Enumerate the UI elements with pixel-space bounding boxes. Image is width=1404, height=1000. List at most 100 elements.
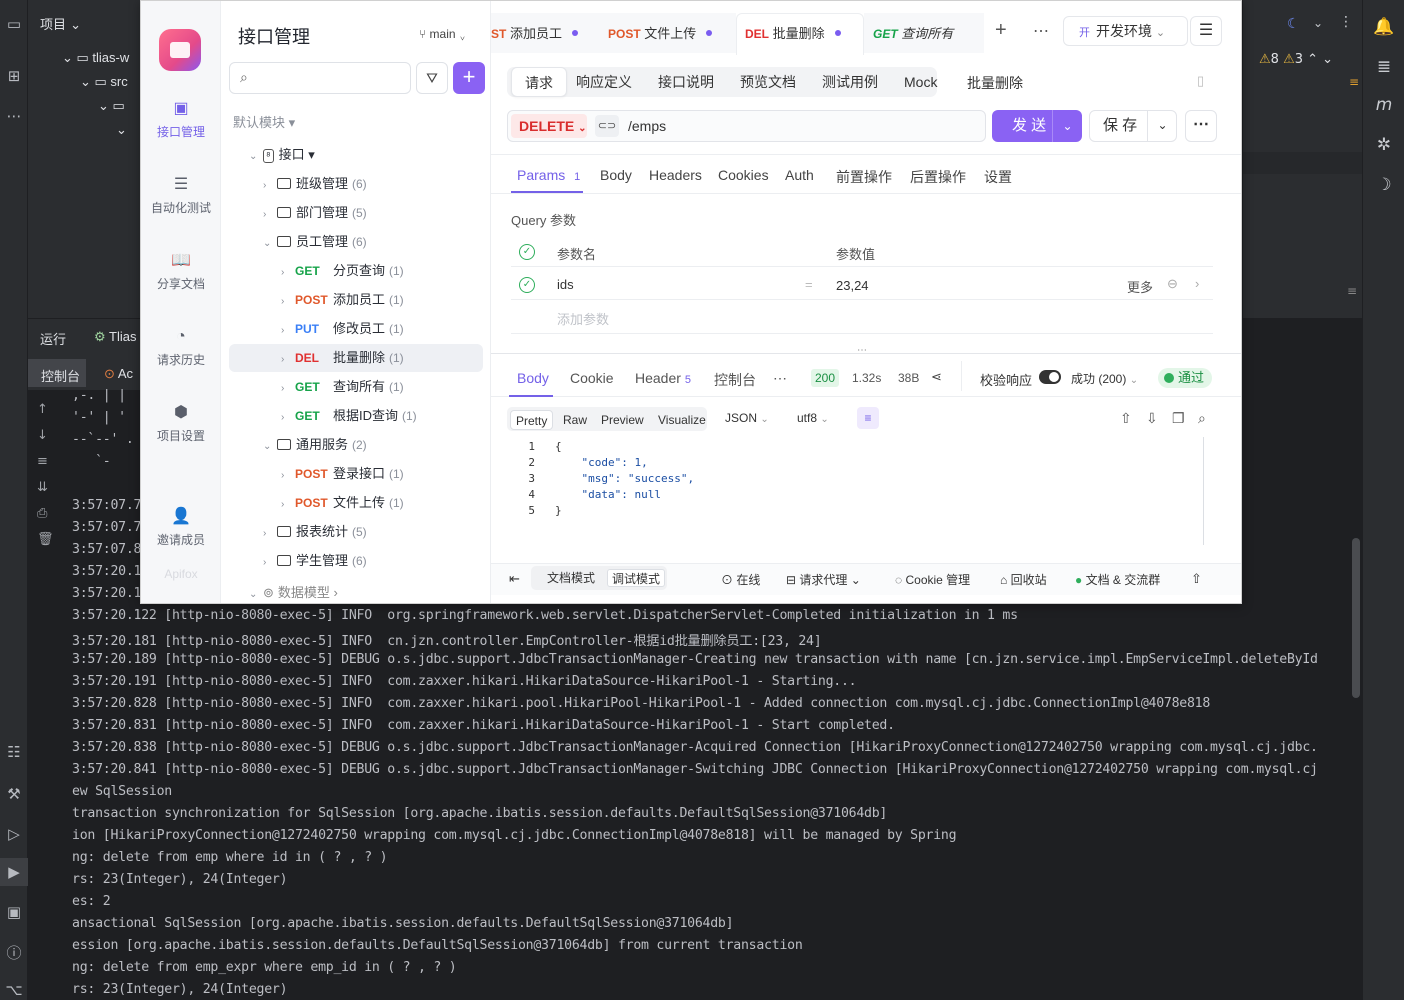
folder-common[interactable]: ⌄ 通用服务 (2)	[263, 431, 367, 459]
collapse-sidebar-icon[interactable]: ⇤	[509, 571, 520, 587]
resp-more-button[interactable]: ⋯	[773, 370, 787, 387]
folder-class-mgmt[interactable]: › 班级管理 (6)	[263, 170, 367, 198]
more-icon[interactable]: ⋯	[0, 102, 28, 130]
database-icon[interactable]: ☷	[0, 738, 28, 766]
build-icon[interactable]: ⚒	[0, 780, 28, 808]
subtab-request[interactable]: 请求	[511, 67, 567, 97]
env-selector[interactable]: 开开发环境 ⌄	[1063, 16, 1188, 46]
format-select[interactable]: JSON ⌄	[725, 411, 769, 425]
folder-dept-mgmt[interactable]: › 部门管理 (5)	[263, 199, 367, 227]
param-tab-settings[interactable]: 设置	[984, 167, 1012, 187]
split-view-icon[interactable]: ▯	[1197, 73, 1204, 89]
tab-file-upload[interactable]: POST 文件上传	[608, 23, 713, 42]
notifications-icon[interactable]: 🔔	[1363, 12, 1404, 42]
community-link[interactable]: ● 文档 & 交流群	[1075, 571, 1160, 588]
run-icon[interactable]: ▶	[0, 858, 28, 886]
tree-folder-2[interactable]: ⌄	[116, 122, 127, 138]
project-label[interactable]: 项目 ⌄	[40, 14, 81, 33]
view-pretty[interactable]: Pretty	[510, 410, 554, 430]
wrap-icon[interactable]: ≡	[857, 407, 879, 429]
send-dropdown[interactable]: ⌄	[1052, 110, 1082, 142]
param-tab-cookies[interactable]: Cookies	[718, 167, 769, 183]
validate-toggle[interactable]	[1039, 370, 1061, 384]
add-param-input[interactable]: 添加参数	[557, 309, 609, 328]
resp-tab-cookie[interactable]: Cookie	[570, 370, 614, 386]
param-tab-post[interactable]: 后置操作	[910, 167, 966, 187]
result-selector[interactable]: 成功 (200) ⌄	[1071, 370, 1138, 387]
search-input[interactable]: ⌕	[229, 62, 411, 94]
console-tab[interactable]: 控制台	[28, 359, 86, 387]
nav-share-docs[interactable]: 📖 分享文档	[141, 251, 221, 292]
branch-selector[interactable]: ⑂ main ⌄	[419, 27, 466, 41]
nav-project-settings[interactable]: ⬢ 项目设置	[141, 403, 221, 444]
structure-icon[interactable]: ⊞	[0, 62, 28, 90]
online-status[interactable]: ⊙ 在线	[721, 571, 760, 588]
chevron-right-icon[interactable]: ›	[1195, 276, 1199, 291]
api-item[interactable]: › PUT 修改员工 (1)	[281, 315, 404, 343]
resp-tab-body[interactable]: Body	[517, 370, 549, 386]
database-icon[interactable]: ≣	[1363, 52, 1404, 82]
subtab-api-desc[interactable]: 接口说明	[645, 67, 727, 97]
url-input[interactable]: /emps	[628, 118, 666, 134]
scroll-end-icon[interactable]: ⇊	[37, 480, 48, 495]
param-name[interactable]: ids	[557, 277, 574, 292]
resp-tab-header[interactable]: Header 5	[635, 370, 691, 386]
method-select[interactable]: DELETE ⌄	[511, 114, 587, 138]
view-visualize[interactable]: Visualize	[653, 410, 711, 430]
run-config-tab[interactable]: ⚙ Tlias	[94, 329, 136, 345]
more-icon[interactable]: ⋮	[1339, 14, 1353, 30]
console-scrollbar[interactable]	[1352, 538, 1360, 698]
add-button[interactable]: +	[453, 62, 485, 94]
copy-icon[interactable]: ❐	[1172, 410, 1185, 427]
terminal-icon[interactable]: ▣	[0, 898, 28, 926]
link-icon[interactable]: ⊂⊃	[595, 115, 619, 137]
trash-icon[interactable]: 🗑	[37, 532, 54, 547]
gradle-icon[interactable]: ☽	[1363, 170, 1404, 200]
param-checkbox[interactable]: ✓	[519, 277, 535, 293]
nav-invite-members[interactable]: 👤 邀请成员	[141, 507, 221, 548]
subtab-response-def[interactable]: 响应定义	[563, 67, 645, 97]
cookie-manager[interactable]: ◌ Cookie 管理	[895, 571, 970, 588]
git-icon[interactable]: ⌥	[0, 976, 28, 1000]
save-dropdown[interactable]: ⌄	[1147, 110, 1177, 142]
param-tab-auth[interactable]: Auth	[785, 167, 814, 183]
param-tab-pre[interactable]: 前置操作	[836, 167, 892, 187]
doc-mode-button[interactable]: 文档模式	[543, 569, 599, 587]
drag-handle-icon[interactable]: ⋯	[857, 345, 867, 356]
folder-reports[interactable]: › 报表统计 (5)	[263, 518, 367, 546]
scroll-up-icon[interactable]: ↑	[37, 402, 48, 417]
maven-icon[interactable]: m	[1363, 90, 1404, 120]
remove-icon[interactable]: ⊖	[1167, 276, 1178, 292]
folder-students[interactable]: › 学生管理 (6)	[263, 547, 367, 575]
chevron-down-icon[interactable]: ⌄	[1313, 16, 1323, 30]
param-tab-headers[interactable]: Headers	[649, 167, 702, 183]
check-all-checkbox[interactable]: ✓	[519, 244, 535, 260]
print-icon[interactable]: ⎙	[37, 506, 47, 521]
tab-batch-delete[interactable]: DEL 批量删除	[745, 23, 841, 42]
param-tab-body[interactable]: Body	[600, 167, 632, 183]
recycle-bin[interactable]: ⌂ 回收站	[1000, 571, 1047, 588]
data-models[interactable]: ⌄ ⊚ 数据模型 ›	[249, 579, 338, 603]
share-icon[interactable]: ⋖	[931, 369, 942, 385]
view-preview[interactable]: Preview	[596, 410, 649, 430]
view-raw[interactable]: Raw	[558, 410, 592, 430]
folder-icon[interactable]: ▭	[0, 10, 28, 38]
api-item[interactable]: › GET 根据ID查询 (1)	[281, 402, 417, 430]
tab-add-emp[interactable]: ST 添加员工	[491, 23, 578, 42]
menu-button[interactable]: ☰	[1190, 16, 1222, 46]
problems-icon[interactable]: ⓘ	[0, 938, 28, 966]
scroll-down-icon[interactable]: ↓	[37, 428, 48, 443]
filter-button[interactable]: ⛛	[416, 62, 448, 94]
upgrade-icon[interactable]: ⇧	[1191, 571, 1202, 587]
proxy-menu[interactable]: ⊟ 请求代理 ⌄	[786, 571, 861, 588]
drag-handle-icon[interactable]: ≡	[1347, 284, 1357, 298]
subtab-preview-doc[interactable]: 预览文档	[727, 67, 809, 97]
search-icon[interactable]: ⌕	[1198, 410, 1206, 427]
code-scrollbar[interactable]	[1203, 437, 1204, 545]
tree-folder[interactable]: ⌄ ▭	[98, 98, 125, 114]
download-icon[interactable]: ⇩	[1146, 410, 1158, 427]
ai-icon[interactable]: ☾	[1287, 16, 1300, 32]
api-item[interactable]: › POST 添加员工 (1)	[281, 286, 404, 314]
api-name[interactable]: 批量删除	[967, 73, 1023, 93]
nav-automation-test[interactable]: ☰ 自动化测试	[141, 175, 221, 216]
